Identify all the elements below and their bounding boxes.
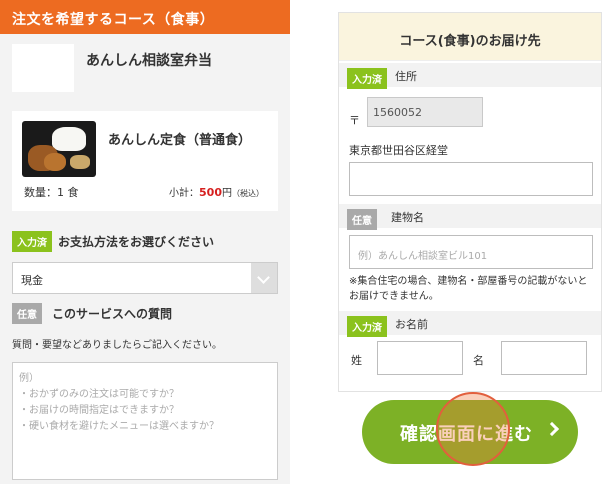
- payment-selected-value: 現金: [21, 274, 43, 287]
- postal-mark: 〒: [349, 114, 360, 127]
- shop-name: あんしん相談室弁当: [86, 53, 212, 69]
- delivery-header: コース(食事)のお届け先: [339, 13, 601, 61]
- chevron-right-icon: [544, 421, 560, 437]
- bento-photo: [22, 121, 96, 177]
- optional-badge: 任意: [347, 209, 377, 230]
- bento-side: [70, 155, 90, 169]
- chevron-down-icon[interactable]: [251, 263, 277, 293]
- entered-badge: 入力済: [347, 316, 387, 337]
- payment-heading: 入力済 お支払方法をお選びください: [12, 231, 214, 252]
- first-name-label: 名: [473, 354, 484, 367]
- question-placeholder-line: ・おかずのみの注文は可能ですか？: [19, 389, 179, 400]
- address-detail-input[interactable]: [349, 162, 593, 196]
- item-name: あんしん定食（普通食）: [108, 133, 252, 148]
- first-name-input[interactable]: [501, 341, 587, 375]
- question-placeholder-line: 例）: [19, 373, 39, 384]
- question-heading: 任意 このサービスへの質問: [12, 303, 172, 324]
- item-subtotal: 小計：500円（税込）: [169, 184, 264, 199]
- tax-note: （税込）: [232, 189, 264, 198]
- question-placeholder-line: ・硬い食材を避けたメニューは選べますか？: [19, 421, 219, 432]
- optional-badge: 任意: [12, 303, 42, 324]
- payment-method-select[interactable]: 現金: [12, 262, 278, 294]
- question-note: 質問・要望などありましたらご記入ください。: [12, 340, 222, 351]
- bento-rice: [52, 127, 86, 151]
- order-panel: 注文を希望するコース（食事） あんしん相談室弁当 あんしん定食（普通食） 数量：…: [0, 0, 290, 484]
- subtotal-price: 500: [199, 186, 222, 199]
- building-label: 建物名: [391, 211, 424, 224]
- shop-row: あんしん相談室弁当: [0, 34, 290, 100]
- address-label: 住所: [395, 70, 417, 83]
- postal-code-input[interactable]: 1560052: [367, 97, 483, 127]
- building-note: ※集合住宅の場合、建物名・部屋番号の記載がないとお届けできません。: [349, 276, 588, 302]
- last-name-label: 姓: [351, 354, 362, 367]
- name-section-bar: 入力済 お名前: [339, 311, 601, 337]
- building-input[interactable]: 例）あんしん相談室ビル101: [349, 235, 593, 269]
- item-card: あんしん定食（普通食） 数量：1 食 小計：500円（税込）: [12, 111, 278, 211]
- address-section-bar: 入力済 住所: [339, 63, 601, 89]
- address-text: 東京都世田谷区経堂: [349, 144, 448, 157]
- bento-fried-2: [44, 153, 66, 171]
- shop-logo: [12, 44, 74, 92]
- question-placeholder-line: ・お届けの時間指定はできますか？: [19, 405, 179, 416]
- last-name-input[interactable]: [377, 341, 463, 375]
- course-header: 注文を希望するコース（食事）: [0, 0, 290, 34]
- item-quantity: 数量：1 食: [24, 186, 79, 199]
- tap-indicator: [436, 392, 510, 466]
- price-unit: 円: [222, 188, 232, 199]
- name-label: お名前: [395, 318, 428, 331]
- building-section-bar: 任意 建物名: [339, 204, 601, 230]
- question-textarea[interactable]: 例） ・おかずのみの注文は可能ですか？ ・お届けの時間指定はできますか？ ・硬い…: [12, 362, 278, 480]
- payment-label: お支払方法をお選びください: [58, 235, 215, 249]
- question-label: このサービスへの質問: [52, 307, 173, 321]
- entered-badge: 入力済: [12, 231, 52, 252]
- delivery-panel: コース(食事)のお届け先 入力済 住所 〒 1560052 東京都世田谷区経堂 …: [338, 12, 602, 392]
- entered-badge: 入力済: [347, 68, 387, 89]
- subtotal-label: 小計：: [169, 188, 200, 199]
